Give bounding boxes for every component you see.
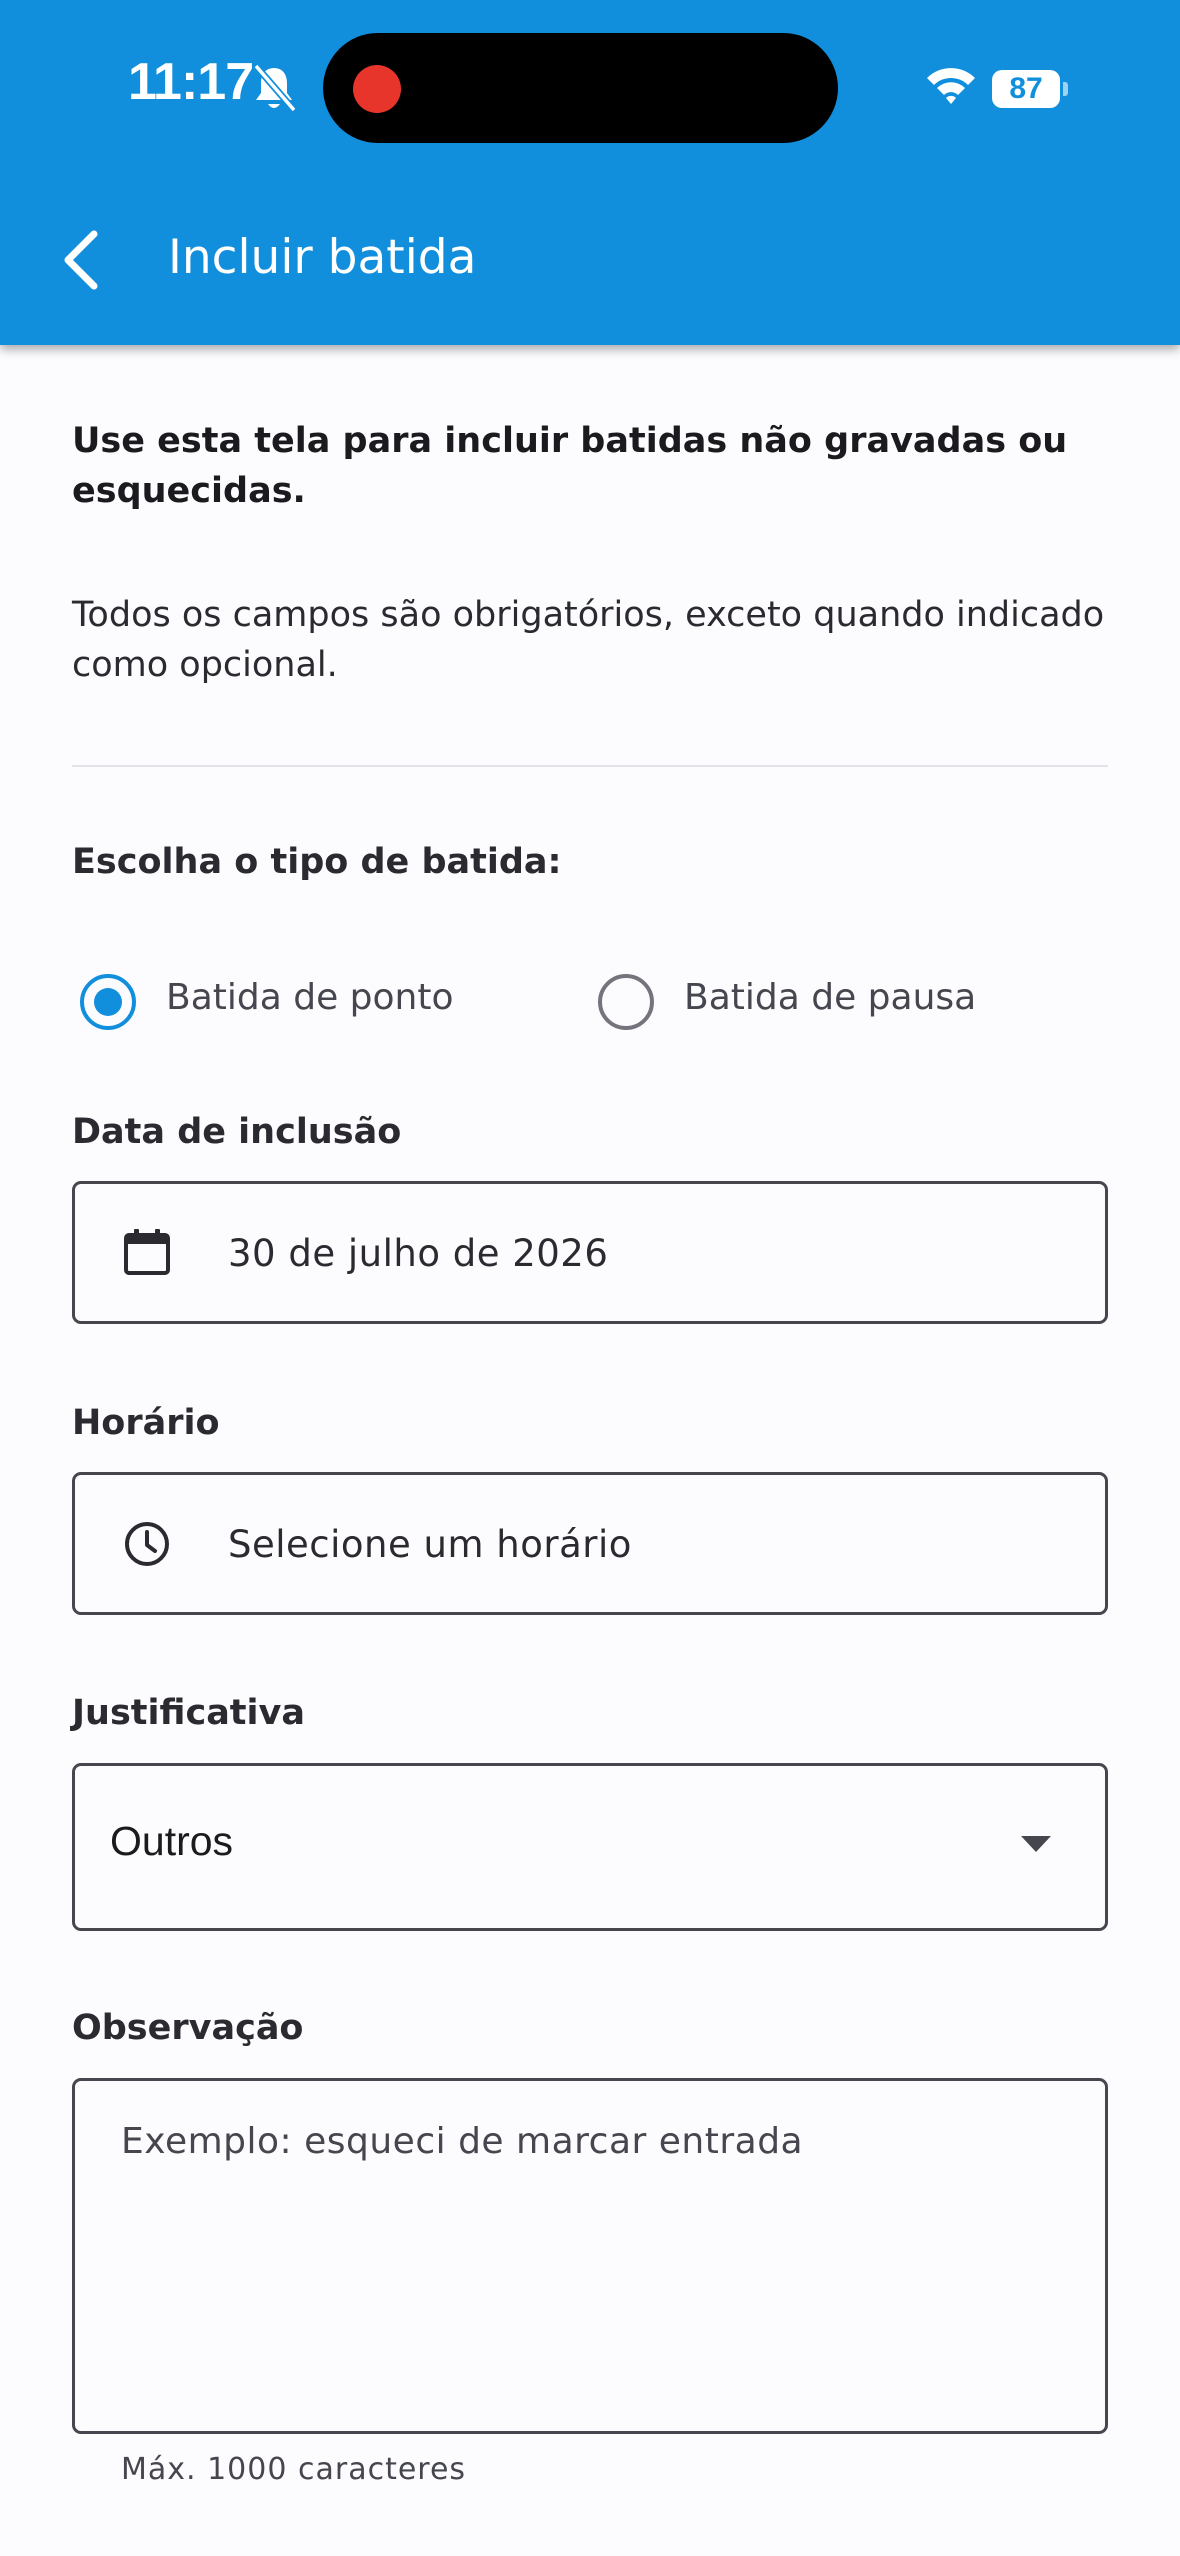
radio-label-punch-clock: Batida de ponto xyxy=(166,977,454,1018)
dynamic-island xyxy=(323,33,838,143)
time-field[interactable]: Selecione um horário xyxy=(72,1472,1108,1615)
status-time: 11:17 xyxy=(128,53,254,111)
character-limit-hint: Máx. 1000 caracteres xyxy=(121,2452,467,2487)
observation-textarea[interactable]: Exemplo: esqueci de marcar entrada xyxy=(72,2078,1108,2434)
instruction-text: Use esta tela para incluir batidas não g… xyxy=(72,421,1068,511)
punch-type-label: Escolha o tipo de batida: xyxy=(72,842,562,882)
required-fields-note: Todos os campos são obrigatórios, exceto… xyxy=(72,595,1105,685)
radio-punch-clock[interactable]: Batida de ponto xyxy=(80,972,520,1032)
radio-label-punch-break: Batida de pausa xyxy=(684,977,977,1018)
clock-icon xyxy=(125,1522,169,1566)
radio-checked-icon[interactable] xyxy=(80,974,136,1030)
battery-icon: 87 xyxy=(992,70,1068,108)
time-field-label: Horário xyxy=(72,1403,220,1443)
recording-indicator-icon xyxy=(353,65,401,113)
radio-unchecked-icon[interactable] xyxy=(598,974,654,1030)
dropdown-arrow-icon[interactable] xyxy=(1019,1834,1053,1854)
observation-placeholder: Exemplo: esqueci de marcar entrada xyxy=(121,2121,804,2162)
page-title: Incluir batida xyxy=(168,230,477,285)
calendar-icon xyxy=(124,1229,170,1275)
justification-selected-value: Outros xyxy=(110,1818,234,1864)
app-bar: 11:17 87 Incluir batida xyxy=(0,0,1180,345)
radio-dot xyxy=(94,988,122,1016)
date-field[interactable]: 30 de julho de 2026 xyxy=(72,1181,1108,1324)
battery-tip xyxy=(1063,82,1068,96)
chevron-left-icon[interactable] xyxy=(60,228,104,292)
divider xyxy=(72,765,1108,767)
observation-label: Observação xyxy=(72,2008,304,2048)
justification-label: Justificativa xyxy=(72,1693,305,1733)
wifi-icon xyxy=(927,68,975,104)
battery-level: 87 xyxy=(1009,72,1043,105)
battery-body: 87 xyxy=(992,70,1060,108)
time-placeholder: Selecione um horário xyxy=(228,1523,632,1566)
radio-punch-break[interactable]: Batida de pausa xyxy=(598,972,1038,1032)
justification-select[interactable]: Outros xyxy=(72,1763,1108,1931)
date-field-label: Data de inclusão xyxy=(72,1112,402,1152)
date-value: 30 de julho de 2026 xyxy=(228,1232,609,1275)
bell-off-icon xyxy=(253,63,297,113)
